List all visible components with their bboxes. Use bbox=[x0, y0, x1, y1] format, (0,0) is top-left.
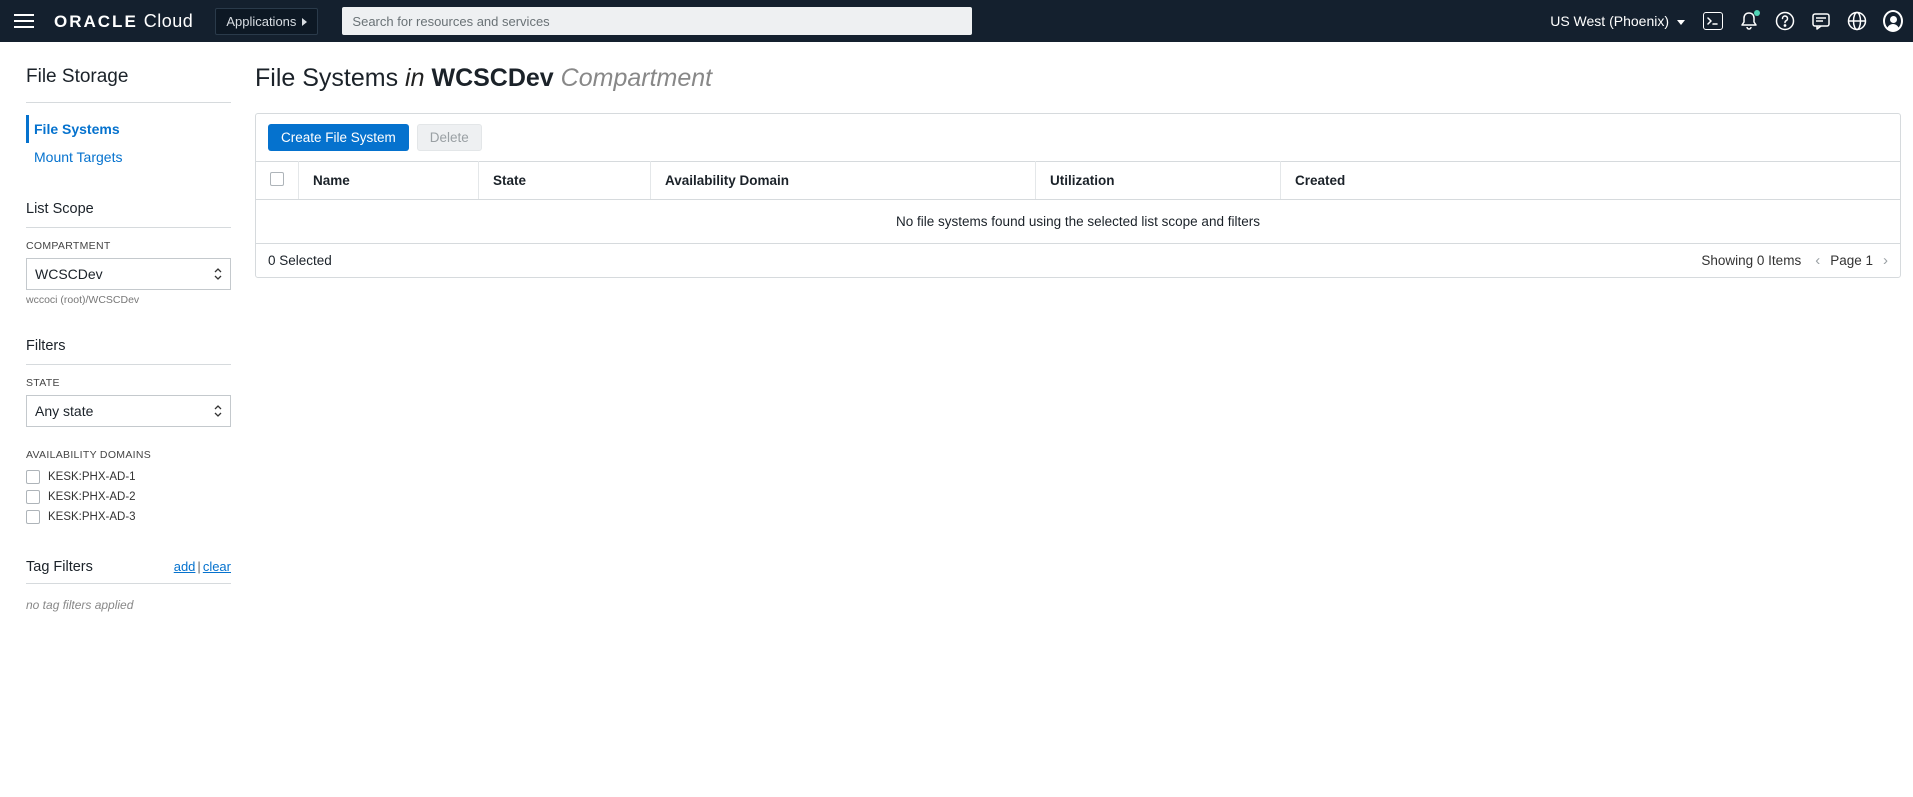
tag-filters-heading: Tag Filters bbox=[26, 559, 93, 575]
title-compartment: WCSCDev bbox=[431, 64, 553, 92]
sidebar-item-label: File Systems bbox=[34, 121, 120, 137]
title-in: in bbox=[405, 64, 424, 92]
state-select[interactable]: Any state bbox=[26, 395, 231, 427]
applications-button[interactable]: Applications bbox=[215, 8, 318, 35]
ad-filter-list: KESK:PHX-AD-1 KESK:PHX-AD-2 KESK:PHX-AD-… bbox=[26, 467, 235, 527]
col-created[interactable]: Created bbox=[1281, 162, 1901, 200]
ad-option-label: KESK:PHX-AD-1 bbox=[48, 471, 136, 483]
empty-row: No file systems found using the selected… bbox=[256, 200, 1900, 244]
nav-icon-group bbox=[1703, 11, 1903, 31]
col-state[interactable]: State bbox=[479, 162, 651, 200]
compartment-breadcrumb: wccoci (root)/WCSCDev bbox=[26, 294, 235, 306]
sidebar: File Storage File Systems Mount Targets … bbox=[0, 42, 235, 644]
brand-bold: ORACLE bbox=[54, 12, 138, 32]
col-util[interactable]: Utilization bbox=[1036, 162, 1281, 200]
top-nav: ORACLE Cloud Applications US West (Phoen… bbox=[0, 0, 1913, 42]
tag-filters-section: Tag Filters add|clear no tag filters app… bbox=[26, 559, 235, 612]
pager: Showing 0 Items ‹ Page 1 › bbox=[1701, 252, 1888, 269]
tag-clear-link[interactable]: clear bbox=[203, 559, 231, 574]
profile-icon[interactable] bbox=[1883, 11, 1903, 31]
globe-icon[interactable] bbox=[1847, 11, 1867, 31]
panel-footer: 0 Selected Showing 0 Items ‹ Page 1 › bbox=[256, 244, 1900, 277]
compartment-select[interactable]: WCSCDev bbox=[26, 258, 231, 290]
list-scope-section: List Scope COMPARTMENT WCSCDev wccoci (r… bbox=[26, 201, 235, 306]
compartment-value: WCSCDev bbox=[35, 266, 103, 282]
chevron-down-icon bbox=[1673, 13, 1685, 29]
next-page-button[interactable]: › bbox=[1883, 252, 1888, 269]
col-ad[interactable]: Availability Domain bbox=[651, 162, 1036, 200]
sidebar-item-label: Mount Targets bbox=[34, 149, 122, 165]
sidebar-nav: File Systems Mount Targets bbox=[26, 115, 235, 171]
ad-label: AVAILABILITY DOMAINS bbox=[26, 449, 235, 461]
brand-light: Cloud bbox=[144, 11, 194, 32]
ad-filter-item: KESK:PHX-AD-3 bbox=[26, 507, 235, 527]
page-indicator: Page 1 bbox=[1830, 253, 1873, 268]
create-file-system-button[interactable]: Create File System bbox=[268, 124, 409, 151]
file-systems-table: Name State Availability Domain Utilizati… bbox=[256, 161, 1900, 244]
filters-section: Filters STATE Any state AVAILABILITY DOM… bbox=[26, 338, 235, 527]
state-label: STATE bbox=[26, 377, 235, 389]
applications-label: Applications bbox=[226, 14, 296, 29]
region-selector[interactable]: US West (Phoenix) bbox=[1550, 13, 1685, 29]
ad-filter-item: KESK:PHX-AD-2 bbox=[26, 487, 235, 507]
tag-filters-empty: no tag filters applied bbox=[26, 598, 235, 612]
empty-message: No file systems found using the selected… bbox=[256, 200, 1900, 244]
prev-page-button[interactable]: ‹ bbox=[1815, 252, 1820, 269]
select-chevron-icon bbox=[214, 405, 222, 417]
sidebar-item-mount-targets[interactable]: Mount Targets bbox=[26, 143, 235, 171]
chat-icon[interactable] bbox=[1811, 11, 1831, 31]
ad-checkbox[interactable] bbox=[26, 490, 40, 504]
col-name[interactable]: Name bbox=[299, 162, 479, 200]
search-input[interactable] bbox=[342, 7, 972, 35]
state-value: Any state bbox=[35, 403, 93, 419]
separator: | bbox=[197, 559, 200, 574]
search-container bbox=[342, 7, 972, 35]
panel-actions: Create File System Delete bbox=[256, 114, 1900, 161]
ad-checkbox[interactable] bbox=[26, 510, 40, 524]
tag-add-link[interactable]: add bbox=[174, 559, 196, 574]
page-title: File Systems in WCSCDev Compartment bbox=[255, 64, 1901, 93]
ad-option-label: KESK:PHX-AD-3 bbox=[48, 511, 136, 523]
region-label: US West (Phoenix) bbox=[1550, 13, 1669, 29]
sidebar-item-file-systems[interactable]: File Systems bbox=[26, 115, 235, 143]
col-checkbox bbox=[256, 162, 299, 200]
ad-checkbox[interactable] bbox=[26, 470, 40, 484]
brand-logo[interactable]: ORACLE Cloud bbox=[54, 11, 193, 32]
delete-button: Delete bbox=[417, 124, 482, 151]
notifications-icon[interactable] bbox=[1739, 11, 1759, 31]
selected-count: 0 Selected bbox=[268, 253, 332, 268]
title-suffix: Compartment bbox=[561, 64, 712, 92]
cloud-shell-icon[interactable] bbox=[1703, 11, 1723, 31]
select-all-checkbox[interactable] bbox=[270, 172, 284, 186]
filters-heading: Filters bbox=[26, 338, 235, 354]
help-icon[interactable] bbox=[1775, 11, 1795, 31]
ad-filter-item: KESK:PHX-AD-1 bbox=[26, 467, 235, 487]
menu-icon[interactable] bbox=[14, 14, 34, 28]
ad-option-label: KESK:PHX-AD-2 bbox=[48, 491, 136, 503]
list-scope-heading: List Scope bbox=[26, 201, 235, 217]
main-content: File Systems in WCSCDev Compartment Crea… bbox=[235, 42, 1913, 644]
data-panel: Create File System Delete Name State Ava… bbox=[255, 113, 1901, 278]
chevron-right-icon bbox=[300, 14, 307, 29]
title-resource: File Systems bbox=[255, 64, 398, 92]
showing-text: Showing 0 Items bbox=[1701, 253, 1801, 268]
sidebar-title: File Storage bbox=[26, 66, 235, 88]
select-chevron-icon bbox=[214, 268, 222, 280]
compartment-label: COMPARTMENT bbox=[26, 240, 235, 252]
